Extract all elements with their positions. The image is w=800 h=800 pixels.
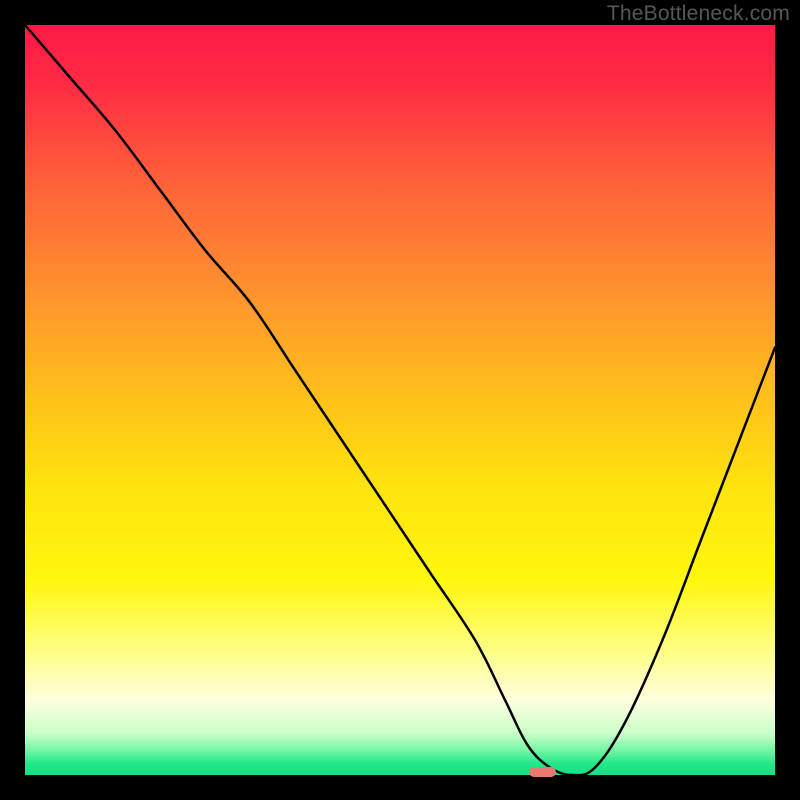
gradient-background [25,25,775,775]
plot-svg [25,25,775,775]
minimum-marker [529,767,555,777]
chart-container: TheBottleneck.com [0,0,800,800]
plot-area [25,25,775,775]
watermark-text: TheBottleneck.com [607,2,790,26]
